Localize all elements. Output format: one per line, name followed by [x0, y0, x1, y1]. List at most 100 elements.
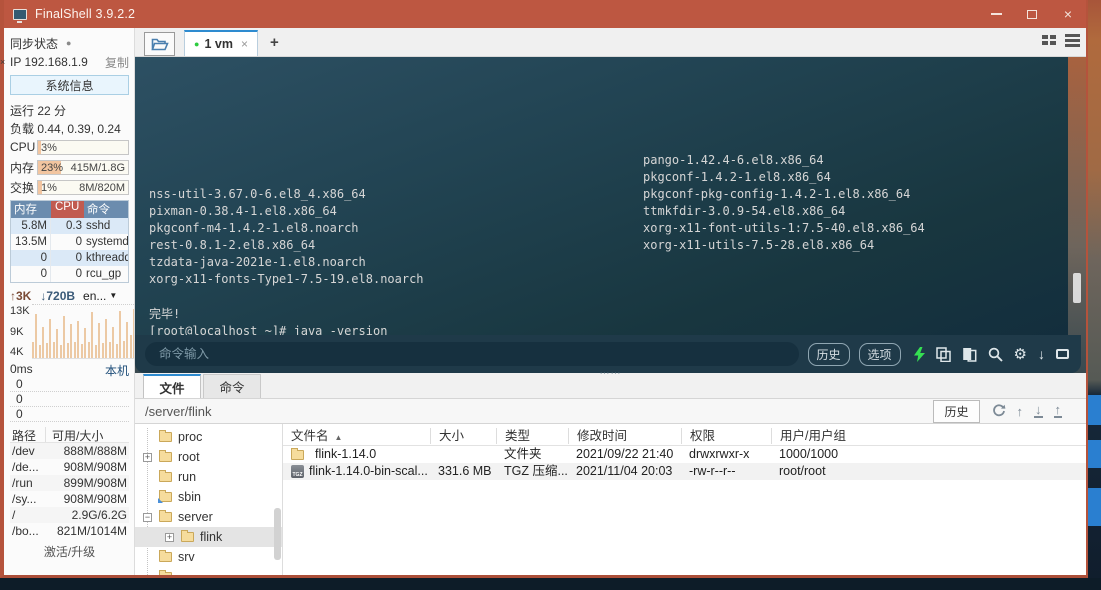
tree-expander-icon[interactable]: + [165, 532, 174, 542]
terminal-line: pixman-0.38.4-1.el8.x86_64 [149, 204, 337, 218]
finalshell-window: FinalShell 3.9.2.2 × 同步状态 ● IP 192.168.1… [0, 0, 1088, 578]
net-bar [112, 326, 115, 358]
process-cpu: 0 [75, 236, 82, 248]
tree-item[interactable]: − server [135, 507, 282, 527]
command-input[interactable] [145, 342, 799, 366]
window-mode-icon[interactable] [1056, 349, 1069, 359]
copy-ip-button[interactable]: 复制 [105, 54, 129, 71]
disk-size: 908M/908M [63, 460, 127, 474]
process-command: kthreadd [86, 252, 128, 264]
tree-item[interactable]: proc [135, 427, 282, 447]
net-axis-tick: 9K [10, 325, 24, 338]
process-command: rcu_gp [86, 268, 122, 280]
tree-item[interactable]: srv [135, 547, 282, 567]
close-button[interactable]: × [1050, 0, 1086, 28]
interface-select[interactable]: en... [83, 289, 106, 303]
column-header-permissions[interactable]: 权限 [681, 427, 771, 444]
tab-1-vm[interactable]: ● 1 vm × [184, 30, 258, 56]
process-header-command[interactable]: 命令 [84, 201, 128, 218]
disk-row: /run 899M/908M [10, 475, 129, 491]
file-type: TGZ 压缩... [504, 464, 568, 478]
sync-status-label: 同步状态 [10, 36, 59, 51]
activate-upgrade-link[interactable]: 激活/升级 [10, 543, 129, 560]
minimize-button[interactable] [978, 0, 1014, 28]
system-info-button[interactable]: 系统信息 [10, 75, 129, 95]
titlebar[interactable]: FinalShell 3.9.2.2 × [4, 0, 1086, 28]
copy-icon[interactable] [935, 346, 951, 362]
terminal[interactable]: nss-util-3.67.0-6.el8_4.x86_64 pixman-0.3… [135, 57, 1068, 335]
window-title: FinalShell 3.9.2.2 [35, 7, 136, 21]
column-header-owner[interactable]: 用户/用户组 [771, 427, 1086, 444]
paste-icon[interactable] [962, 347, 977, 362]
menu-icon[interactable] [1065, 34, 1080, 47]
column-header-size[interactable]: 大小 [430, 427, 496, 444]
tree-item[interactable] [135, 567, 282, 575]
tab-files[interactable]: 文件 [143, 374, 201, 398]
terminal-scrollbar-thumb[interactable] [1073, 273, 1081, 303]
terminal-line: tzdata-java-2021e-1.el8.noarch [149, 255, 366, 269]
net-bar [45, 343, 48, 358]
process-header-cpu[interactable]: CPU [51, 201, 84, 218]
memory-meter: 内存 23% 415M/1.8G [10, 158, 129, 176]
chevron-down-icon[interactable]: ▼ [109, 291, 117, 300]
maximize-button[interactable] [1014, 0, 1050, 28]
connection-manager-button[interactable] [144, 32, 175, 56]
terminal-line: pkgconf-m4-1.4.2-1.el8.noarch [149, 221, 359, 235]
new-tab-button[interactable]: + [258, 32, 291, 56]
tab-close-icon[interactable]: × [241, 37, 248, 51]
net-bar [101, 343, 104, 358]
tree-item-label: run [178, 470, 197, 484]
desktop-bottom-strip [0, 578, 1101, 590]
file-row[interactable]: flink-1.14.0 文件夹 2021/09/22 21:40 drwxrw… [283, 446, 1086, 463]
disk-path: /de... [12, 460, 39, 474]
drag-handle[interactable]: ⋯⋯ [600, 368, 622, 379]
tab-commands[interactable]: 命令 [203, 374, 261, 398]
tree-item[interactable]: + flink [135, 527, 282, 547]
file-list: 文件名 ▲ 大小 类型 修改时间 权限 用户/用户组 flink-1.14.0 … [283, 424, 1086, 575]
column-header-filename[interactable]: 文件名 ▲ [283, 428, 430, 444]
download-icon[interactable]: ↓ [1034, 403, 1043, 418]
uptime-label: 运行 22 分 [10, 104, 67, 118]
process-cpu: 0.3 [66, 220, 82, 232]
file-row[interactable]: TGZ flink-1.14.0-bin-scal... 331.6 MB TG… [283, 463, 1086, 480]
process-command: sshd [86, 220, 111, 232]
folder-icon [159, 450, 172, 462]
ping-row: 0 [10, 392, 129, 407]
disk-header-path[interactable]: 路径 [10, 427, 46, 443]
path-history-button[interactable]: 历史 [933, 399, 980, 423]
ping-host-label: 本机 [104, 364, 129, 378]
tree-expander-icon[interactable]: − [143, 512, 152, 522]
disk-header-size[interactable]: 可用/大小 [46, 427, 129, 443]
refresh-icon[interactable] [992, 404, 1006, 418]
upload-icon[interactable]: ↑ [1053, 403, 1062, 418]
file-permissions: drwxrwxr-x [689, 447, 750, 461]
background-close-icon: × [0, 57, 6, 67]
net-bar [77, 320, 80, 358]
memory-value: 23% [41, 161, 64, 174]
tree-item[interactable]: + root [135, 447, 282, 467]
gear-icon[interactable]: ⚙ [1014, 347, 1027, 362]
process-memory: 13.5M [11, 234, 51, 250]
process-header-memory[interactable]: 内存 [11, 201, 51, 218]
history-button[interactable]: 历史 [807, 342, 850, 366]
net-bar [129, 334, 132, 358]
tree-item[interactable]: run [135, 467, 282, 487]
column-header-type[interactable]: 类型 [496, 427, 568, 444]
folder-icon [159, 470, 172, 482]
tree-scrollbar-thumb[interactable] [274, 508, 281, 560]
send-down-icon[interactable]: ↓ [1038, 347, 1045, 361]
column-header-mtime[interactable]: 修改时间 [568, 427, 681, 444]
net-bar [94, 345, 97, 358]
options-button[interactable]: 选项 [858, 342, 901, 366]
layout-grid-icon[interactable] [1042, 35, 1056, 46]
parent-directory-icon[interactable]: ↑ [1017, 404, 1024, 419]
search-icon[interactable] [988, 347, 1003, 362]
current-path-input[interactable]: /server/flink [145, 404, 933, 419]
terminal-scrollbar[interactable] [1068, 57, 1086, 335]
lightning-icon[interactable] [913, 346, 925, 362]
tree-item[interactable]: sbin [135, 487, 282, 507]
folder-icon [159, 570, 172, 575]
tree-item-label: srv [178, 550, 195, 564]
folder-icon [159, 430, 172, 442]
tree-expander-icon[interactable]: + [143, 452, 152, 462]
